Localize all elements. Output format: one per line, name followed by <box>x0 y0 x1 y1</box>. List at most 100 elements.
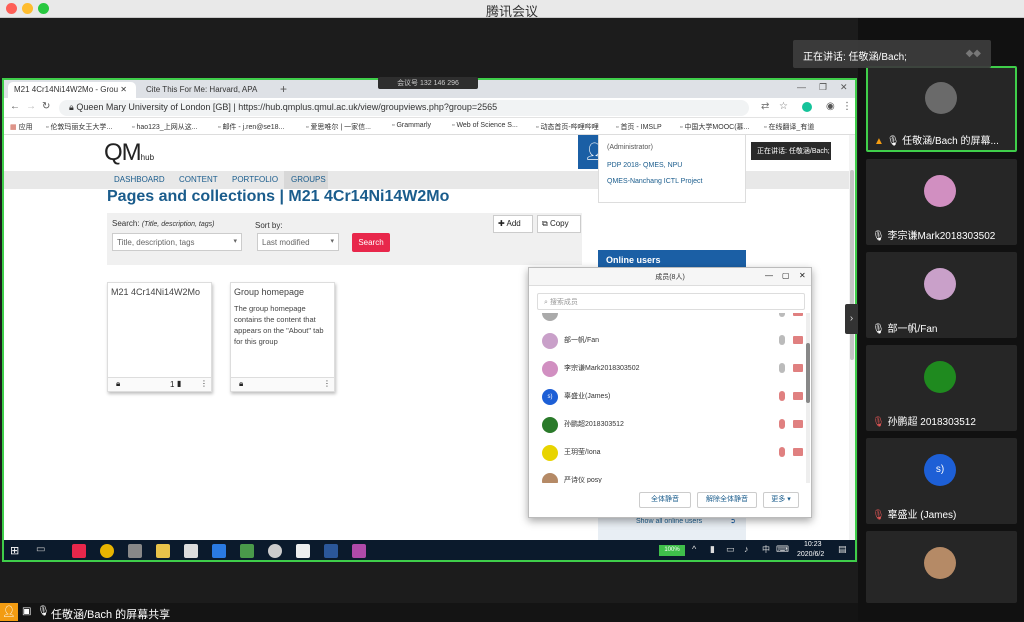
member-search-input[interactable]: ⌕ 搜索成员 <box>537 293 805 310</box>
unmute-all-button[interactable]: 解除全体静音 <box>697 492 757 508</box>
bookmark-item[interactable]: ▫ 首页 - IMSLP <box>616 122 662 132</box>
reload-icon[interactable]: ↻ <box>42 101 50 112</box>
app-icon[interactable] <box>268 544 282 558</box>
member-list-scrollbar[interactable] <box>806 313 810 483</box>
camera-off-icon[interactable] <box>793 448 803 456</box>
app-icon[interactable] <box>352 544 366 558</box>
bookmark-item[interactable]: ▫ Grammarly <box>392 122 431 129</box>
file-explorer-icon[interactable] <box>156 544 170 558</box>
search-input[interactable]: Title, description, tags ▾ <box>112 233 242 251</box>
card-menu-icon[interactable]: ⋮ <box>200 379 208 388</box>
collapse-panel-chevron-icon[interactable]: › <box>845 304 858 334</box>
add-button[interactable]: ✚ Add <box>493 215 533 233</box>
participant-tile[interactable]: 🎙︎ 部一帆/Fan <box>866 252 1017 338</box>
chrome-icon[interactable] <box>100 544 114 558</box>
lock-icon[interactable]: 🔒︎ <box>116 379 120 389</box>
maximize-icon[interactable]: ▢ <box>782 271 790 280</box>
bookmark-item[interactable]: ▫ 伦敦玛丽女王大学... <box>46 122 112 132</box>
microphone-icon[interactable] <box>779 313 785 317</box>
list-item[interactable]: 王玥莹/Iona <box>529 439 803 467</box>
microphone-icon[interactable] <box>779 363 785 373</box>
mute-all-button[interactable]: 全体静音 <box>639 492 691 508</box>
bookmark-item[interactable]: ▫ 在线翻译_有道 <box>764 122 814 132</box>
microphone-muted-icon[interactable] <box>779 447 785 457</box>
url-field[interactable]: 🔒︎ Queen Mary University of London [GB] … <box>59 100 749 116</box>
participant-tile[interactable]: s) 🎙︎ 辜盛业 (James) <box>866 438 1017 524</box>
volume-icon[interactable]: ♪ <box>744 544 749 554</box>
nav-content[interactable]: CONTENT <box>179 175 218 184</box>
ime-indicator[interactable]: 中 <box>762 544 770 555</box>
list-item[interactable] <box>529 313 803 327</box>
page-card[interactable]: Group homepage The group homepage contai… <box>230 282 335 392</box>
page-scrollbar[interactable] <box>849 135 855 540</box>
grammarly-icon[interactable] <box>802 102 812 112</box>
translate-icon[interactable]: ⇄ <box>761 101 769 112</box>
browser-tab-active[interactable]: M21 4Cr14Ni14W2Mo - Grou ✕ <box>8 82 136 98</box>
window-close-icon[interactable]: ✕ <box>840 82 848 93</box>
list-item[interactable]: 严诗仪 posy <box>529 467 799 483</box>
app-icon[interactable] <box>212 544 226 558</box>
clock-time[interactable]: 10:23 <box>804 541 822 548</box>
meeting-id-badge[interactable]: 会议号 132 146 296 <box>378 77 478 89</box>
microphone-icon[interactable] <box>779 335 785 345</box>
microphone-icon[interactable]: ▮ <box>710 544 715 555</box>
list-item[interactable]: s) 辜盛业(James) <box>529 383 803 411</box>
chevron-up-icon[interactable]: ^ <box>692 544 696 554</box>
nav-groups[interactable]: GROUPS <box>291 175 326 184</box>
bookmark-item[interactable]: ▫ 邮件 - j.ren@se18... <box>218 122 284 132</box>
camera-off-icon[interactable] <box>793 420 803 428</box>
page-card[interactable]: M21 4Cr14Ni14W2Mo 🔒︎ 1 ▮ ⋮ <box>107 282 212 392</box>
notepad-icon[interactable] <box>296 544 310 558</box>
card-menu-icon[interactable]: ⋮ <box>323 379 331 388</box>
nav-portfolio[interactable]: PORTFOLIO <box>232 175 278 184</box>
keyboard-icon[interactable]: ⌨ <box>776 544 789 555</box>
menu-icon[interactable]: ⋮ <box>842 101 852 112</box>
back-icon[interactable]: ← <box>10 101 20 112</box>
window-min-icon[interactable]: — <box>797 82 806 92</box>
bookmark-item[interactable]: ▫ hao123_上网从这... <box>132 122 198 132</box>
star-icon[interactable]: ☆ <box>779 101 788 112</box>
bookmark-item[interactable]: ▫ 爱思唯尔 | 一家信... <box>306 122 371 132</box>
list-item[interactable]: 孙鹏超2018303512 <box>529 411 803 439</box>
search-button[interactable]: Search <box>352 233 390 252</box>
copy-button[interactable]: ⧉ Copy <box>537 215 581 233</box>
participant-tile[interactable]: ▲ 🎙︎ 任敬涵/Bach 的屏幕... <box>866 66 1017 152</box>
bookmark-item[interactable]: ▫ 动态首页-哔哩哔哩 <box>536 122 599 132</box>
netease-music-icon[interactable] <box>72 544 86 558</box>
new-tab-icon[interactable]: + <box>280 82 287 96</box>
camera-off-icon[interactable] <box>793 336 803 344</box>
window-max-icon[interactable]: ❐ <box>819 82 827 93</box>
sidebar-link[interactable]: PDP 2018- QMES, NPU <box>607 162 682 169</box>
camera-off-icon[interactable] <box>793 313 803 316</box>
microphone-muted-icon[interactable] <box>779 419 785 429</box>
clock-date[interactable]: 2020/6/2 <box>797 551 824 558</box>
bookmark-item[interactable]: ▫ Web of Science S... <box>452 122 518 129</box>
camera-off-icon[interactable] <box>793 392 803 400</box>
forward-icon[interactable]: → <box>26 101 36 112</box>
calculator-icon[interactable] <box>128 544 142 558</box>
microphone-muted-icon[interactable] <box>779 391 785 401</box>
battery-indicator[interactable]: 100% <box>659 545 685 556</box>
task-view-icon[interactable]: ▭ <box>36 544 45 555</box>
word-icon[interactable] <box>324 544 338 558</box>
network-icon[interactable]: ▭ <box>726 544 735 555</box>
lock-icon[interactable]: 🔒︎ <box>239 379 243 389</box>
nav-dashboard[interactable]: DASHBOARD <box>114 175 165 184</box>
bookmark-item[interactable]: ▫ 中国大学MOOC(慕... <box>680 122 749 132</box>
sidebar-link[interactable]: QMES-Nanchang ICTL Project <box>607 178 702 185</box>
more-button[interactable]: 更多 ▾ <box>763 492 799 508</box>
list-item[interactable]: 部一帆/Fan <box>529 327 803 355</box>
windows-start-icon[interactable]: ⊞ <box>10 544 19 557</box>
minimize-icon[interactable]: — <box>765 271 773 280</box>
sort-select[interactable]: Last modified ▾ <box>257 233 339 251</box>
close-icon[interactable]: ✕ <box>799 271 806 280</box>
browser-tab[interactable]: Cite This For Me: Harvard, APA <box>140 82 276 98</box>
bookmark-apps[interactable]: ▦ 应用 <box>10 122 33 132</box>
app-icon[interactable] <box>240 544 254 558</box>
scrollbar-thumb[interactable] <box>806 343 810 403</box>
participant-tile[interactable] <box>866 531 1017 603</box>
profile-icon[interactable]: ◉ <box>826 101 835 112</box>
participant-tile[interactable]: 🎙︎ 孙鹏超 2018303512 <box>866 345 1017 431</box>
participant-tile[interactable]: 🎙︎ 李宗谦Mark2018303502 <box>866 159 1017 245</box>
list-item[interactable]: 李宗谦Mark2018303502 <box>529 355 803 383</box>
